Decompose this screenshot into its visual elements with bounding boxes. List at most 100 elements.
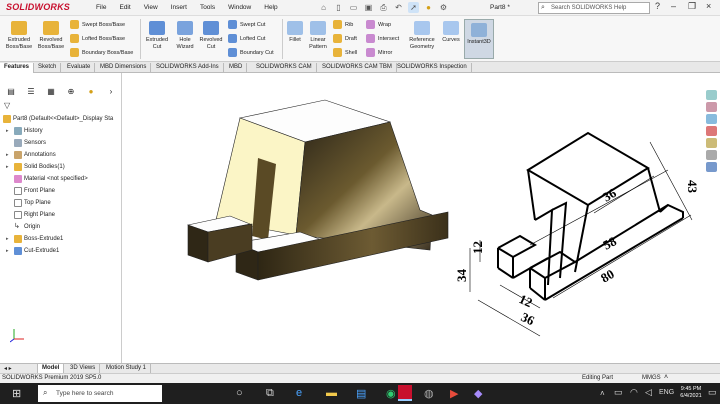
- shaded-part-model[interactable]: [186, 99, 449, 281]
- task-view-icon[interactable]: ⧉: [266, 387, 274, 400]
- tree-item-top-plane[interactable]: Top Plane: [6, 199, 51, 207]
- boundary-cut-button[interactable]: Boundary Cut: [228, 48, 274, 57]
- tree-root-part[interactable]: Part8 (Default<<Default>_Display Sta: [3, 115, 113, 123]
- dimxpert-icon[interactable]: ⊕: [64, 86, 78, 98]
- extruded-boss-button[interactable]: Extruded Boss/Base: [4, 21, 34, 50]
- chevron-up-icon[interactable]: ˄: [664, 374, 668, 381]
- wifi-icon[interactable]: ◠: [630, 387, 638, 398]
- menu-edit[interactable]: Edit: [119, 4, 130, 11]
- solidworks-forum-icon[interactable]: [706, 162, 717, 172]
- tree-item-solid-bodies[interactable]: ▸ Solid Bodies(1): [6, 163, 65, 171]
- cortana-icon[interactable]: ○: [236, 387, 243, 399]
- tab-motion-study[interactable]: Motion Study 1: [102, 364, 152, 373]
- curves-button[interactable]: Curves: [440, 21, 462, 44]
- property-manager-icon[interactable]: ☰: [24, 86, 38, 98]
- graphics-viewport[interactable]: 43 36 58 80 12 34 12 36: [122, 73, 720, 363]
- store-icon[interactable]: ▤: [356, 387, 366, 400]
- linear-pattern-button[interactable]: Linear Pattern: [306, 21, 330, 50]
- clock[interactable]: 9:45 PM 6/4/2021: [676, 386, 706, 400]
- menu-view[interactable]: View: [144, 4, 158, 11]
- tab-mbd[interactable]: MBD: [225, 63, 248, 73]
- fillet-button[interactable]: Fillet: [285, 21, 305, 44]
- menu-insert[interactable]: Insert: [171, 4, 187, 11]
- lofted-cut-button[interactable]: Lofted Cut: [228, 34, 265, 43]
- tab-solidworks-cam[interactable]: SOLIDWORKS CAM: [252, 63, 317, 73]
- revolved-cut-button[interactable]: Revolved Cut: [198, 21, 224, 50]
- tree-item-origin[interactable]: ↳ Origin: [6, 223, 40, 231]
- hole-wizard-button[interactable]: Hole Wizard: [172, 21, 198, 50]
- print-icon[interactable]: ⎙: [378, 2, 389, 13]
- select-arrow-icon[interactable]: ➚: [408, 2, 419, 13]
- appearances-icon[interactable]: [706, 138, 717, 148]
- app-icon[interactable]: ◉: [386, 387, 396, 400]
- wrap-button[interactable]: Wrap: [366, 20, 391, 29]
- help-search-input[interactable]: ⌕ Search SOLIDWORKS Help: [538, 2, 650, 14]
- home-icon[interactable]: ⌂: [318, 2, 329, 13]
- mirror-button[interactable]: Mirror: [366, 48, 392, 57]
- tab-model[interactable]: Model: [38, 364, 65, 373]
- shell-button[interactable]: Shell: [333, 48, 357, 57]
- extruded-cut-button[interactable]: Extruded Cut: [143, 21, 171, 50]
- tree-item-front-plane[interactable]: Front Plane: [6, 187, 55, 195]
- custom-properties-icon[interactable]: [706, 150, 717, 160]
- options-gear-icon[interactable]: ⚙: [438, 2, 449, 13]
- close-icon[interactable]: ×: [706, 1, 711, 11]
- resources-icon[interactable]: [706, 90, 717, 100]
- tree-item-history[interactable]: ▸ History: [6, 127, 43, 135]
- menu-help[interactable]: Help: [264, 4, 277, 11]
- tree-item-sensors[interactable]: Sensors: [6, 139, 46, 147]
- swept-cut-button[interactable]: Swept Cut: [228, 20, 265, 29]
- tab-evaluate[interactable]: Evaluate: [63, 63, 96, 73]
- help-question-icon[interactable]: ?: [655, 1, 660, 11]
- instant3d-button[interactable]: Instant3D: [464, 19, 494, 59]
- solidworks-taskbar-icon[interactable]: [398, 385, 412, 401]
- language-text[interactable]: ENG: [659, 389, 674, 396]
- filter-icon[interactable]: ▽: [4, 101, 10, 110]
- restore-icon[interactable]: ❐: [688, 1, 696, 12]
- file-explorer-icon[interactable]: [706, 114, 717, 124]
- tab-solidworks-inspection[interactable]: SOLIDWORKS Inspection: [393, 63, 472, 73]
- display-manager-icon[interactable]: ●: [84, 86, 98, 98]
- feature-manager-tree-icon[interactable]: ▤: [4, 86, 18, 98]
- rib-button[interactable]: Rib: [333, 20, 353, 29]
- revolved-boss-button[interactable]: Revolved Boss/Base: [36, 21, 66, 50]
- tab-solidworks-add-ins[interactable]: SOLIDWORKS Add-Ins: [152, 63, 224, 73]
- rebuild-icon[interactable]: ●: [423, 2, 434, 13]
- tab-solidworks-cam-tbm[interactable]: SOLIDWORKS CAM TBM: [318, 63, 397, 73]
- network-icon[interactable]: ▭: [614, 387, 623, 398]
- tree-item-annotations[interactable]: ▸ Annotations: [6, 151, 56, 159]
- tree-item-right-plane[interactable]: Right Plane: [6, 211, 55, 219]
- system-tray-chevron-icon[interactable]: ˄: [600, 389, 605, 398]
- tab-features[interactable]: Features: [0, 63, 35, 73]
- design-library-icon[interactable]: [706, 102, 717, 112]
- tree-item-material[interactable]: Material <not specified>: [6, 175, 88, 183]
- windows-start-icon[interactable]: ⊞: [12, 387, 21, 400]
- menu-file[interactable]: File: [96, 4, 106, 11]
- solidworks-logo[interactable]: SOLIDWORKS: [6, 2, 70, 12]
- minimize-icon[interactable]: –: [671, 1, 676, 11]
- taskbar-search-input[interactable]: ⌕ Type here to search: [38, 385, 162, 402]
- panel-expand-icon[interactable]: ›: [104, 86, 118, 98]
- edge-browser-icon[interactable]: e: [296, 387, 302, 399]
- boundary-boss-button[interactable]: Boundary Boss/Base: [70, 48, 133, 57]
- configuration-manager-icon[interactable]: ▦: [44, 86, 58, 98]
- reference-geometry-button[interactable]: Reference Geometry: [406, 21, 438, 50]
- notification-icon[interactable]: ▭: [708, 387, 717, 398]
- tab-sketch[interactable]: Sketch: [34, 63, 62, 73]
- app-icon[interactable]: ◍: [424, 387, 434, 400]
- open-folder-icon[interactable]: ▭: [348, 2, 359, 13]
- new-document-icon[interactable]: ▯: [333, 2, 344, 13]
- lofted-boss-button[interactable]: Lofted Boss/Base: [70, 34, 125, 43]
- draft-button[interactable]: Draft: [333, 34, 357, 43]
- undo-icon[interactable]: ↶: [393, 2, 404, 13]
- app-icon[interactable]: ◆: [474, 387, 482, 400]
- media-player-icon[interactable]: ▶: [450, 387, 458, 400]
- save-icon[interactable]: ▣: [363, 2, 374, 13]
- tree-item-boss-extrude1[interactable]: ▸ Boss-Extrude1: [6, 235, 63, 243]
- view-palette-icon[interactable]: [706, 126, 717, 136]
- tab-3d-views[interactable]: 3D Views: [66, 364, 101, 373]
- intersect-button[interactable]: Intersect: [366, 34, 399, 43]
- menu-window[interactable]: Window: [228, 4, 251, 11]
- tree-item-cut-extrude1[interactable]: ▸ Cut-Extrude1: [6, 247, 59, 255]
- tab-mbd-dimensions[interactable]: MBD Dimensions: [96, 63, 152, 73]
